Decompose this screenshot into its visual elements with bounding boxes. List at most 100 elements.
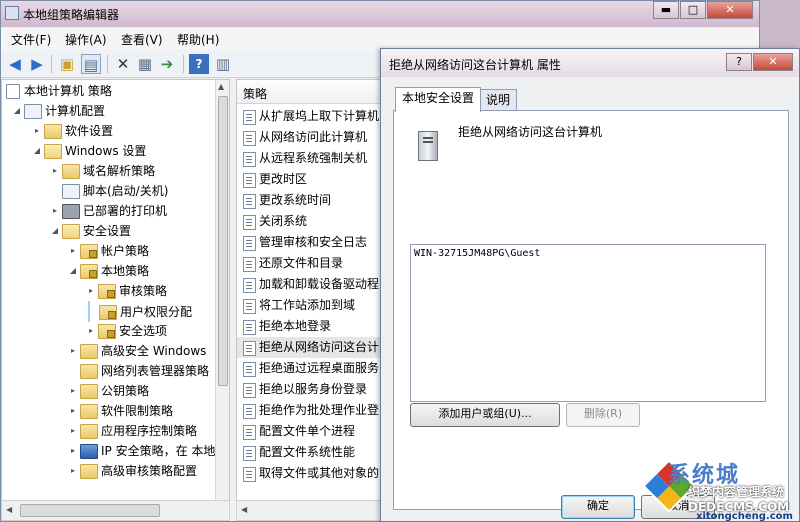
scroll-left-icon[interactable]: ◀ — [6, 505, 12, 514]
show-tree-icon[interactable]: ▤ — [81, 54, 101, 74]
tree-scroll-thumb[interactable] — [218, 96, 228, 386]
watermark: Bai 系统城 织梦内容管理系统 DEDECMS.COM xitongcheng.… — [610, 455, 800, 522]
policy-icon — [243, 236, 256, 251]
tree-scrollbar[interactable]: ▲ — [215, 80, 229, 500]
policy-icon — [243, 215, 256, 230]
expanded-arrow-icon[interactable]: ◢ — [68, 261, 78, 281]
policy-list-pane[interactable]: 策略 从扩展坞上取下计算机 从网络访问此计算机从远程系统强制关机更改时区更改系统时… — [236, 79, 384, 501]
list-item[interactable]: 关闭系统 — [237, 211, 383, 232]
collapsed-arrow-icon[interactable]: ▸ — [68, 241, 78, 261]
menu-view[interactable]: 查看(V) — [121, 31, 163, 48]
list-item[interactable]: 加载和卸载设备驱动程 — [237, 274, 383, 295]
collapsed-arrow-icon[interactable]: ▸ — [68, 381, 78, 401]
properties-icon[interactable]: ▦ — [135, 54, 155, 74]
help-icon[interactable]: ? — [189, 54, 209, 74]
minimize-button[interactable]: ▬ — [653, 1, 679, 19]
tree-item-label: 高级审核策略配置 — [101, 464, 198, 478]
policy-icon — [243, 404, 256, 419]
collapsed-arrow-icon[interactable]: ▸ — [50, 161, 60, 181]
tab-local-security-setting[interactable]: 本地安全设置 — [395, 87, 482, 112]
scroll-left-icon[interactable]: ◀ — [241, 505, 247, 514]
tree-item-label: 审核策略 — [119, 284, 168, 298]
list-item-selected[interactable]: 拒绝从网络访问这台计 — [237, 337, 383, 358]
collapsed-arrow-icon[interactable]: ▸ — [68, 401, 78, 421]
export-icon[interactable]: ➔ — [157, 54, 177, 74]
list-item[interactable]: 拒绝作为批处理作业登 — [237, 400, 383, 421]
expanded-arrow-icon[interactable]: ◢ — [12, 101, 22, 121]
collapsed-arrow-icon[interactable]: ▸ — [50, 201, 60, 221]
tree-pane[interactable]: 本地计算机 策略 ◢ 计算机配置 ▸ 软件设置 ◢ Windows 设置 ▸ 域名解析策略 脚本… — [1, 79, 230, 501]
user-list[interactable]: WIN-32715JM48PG\Guest — [410, 244, 766, 402]
tree-item-label: 公钥策略 — [101, 384, 150, 398]
tree-item-selected[interactable]: 用户权限分配 — [88, 301, 192, 322]
list-item-label: 拒绝本地登录 — [259, 319, 332, 333]
dialog-help-button[interactable]: ? — [726, 53, 752, 71]
list-item[interactable]: 拒绝通过远程桌面服务 — [237, 358, 383, 379]
window-title: 本地组策略编辑器 — [23, 8, 120, 22]
details-icon[interactable]: ▥ — [213, 54, 233, 74]
expanded-arrow-icon[interactable]: ◢ — [50, 221, 60, 241]
collapsed-arrow-icon[interactable]: ▸ — [86, 281, 96, 301]
list-item[interactable]: 取得文件或其他对象的 — [237, 463, 383, 484]
list-item[interactable]: 更改系统时间 — [237, 190, 383, 211]
policy-icon — [243, 152, 256, 167]
column-header-policy[interactable]: 策略 — [243, 85, 267, 102]
folder-icon — [80, 404, 98, 419]
list-item[interactable]: 配置文件系统性能 — [237, 442, 383, 463]
list-item[interactable]: 从扩展坞上取下计算机 — [237, 106, 383, 127]
add-user-or-group-button[interactable]: 添加用户或组(U)... — [410, 403, 560, 427]
list-item[interactable]: 从网络访问此计算机 — [237, 127, 383, 148]
tree-root-label: 本地计算机 策略 — [24, 84, 112, 98]
collapsed-arrow-icon[interactable]: ▸ — [68, 341, 78, 361]
tree-item-label: 安全设置 — [83, 224, 132, 238]
tree-item-label: 已部署的打印机 — [83, 204, 168, 218]
maximize-button[interactable]: □ — [680, 1, 706, 19]
dialog-title-bar[interactable]: 拒绝从网络访问这台计算机 属性 ? ✕ — [381, 49, 799, 77]
list-item[interactable]: WIN-32715JM48PG\Guest — [414, 248, 540, 259]
list-item-label: 从远程系统强制关机 — [259, 151, 368, 165]
menu-file[interactable]: 文件(F) — [11, 31, 51, 48]
title-bar[interactable]: 本地组策略编辑器 ▬ □ ✕ — [1, 1, 759, 27]
list-item-label: 将工作站添加到域 — [259, 298, 356, 312]
up-folder-icon[interactable]: ▣ — [57, 54, 77, 74]
scroll-up-icon[interactable]: ▲ — [218, 82, 224, 91]
list-header[interactable]: 策略 — [237, 80, 383, 104]
list-item-label: 加载和卸载设备驱动程 — [259, 277, 380, 291]
close-button[interactable]: ✕ — [707, 1, 753, 19]
list-item[interactable]: 配置文件单个进程 — [237, 421, 383, 442]
policy-icon — [243, 257, 256, 272]
folder-icon — [80, 424, 98, 439]
list-item[interactable]: 从远程系统强制关机 — [237, 148, 383, 169]
collapsed-arrow-icon[interactable]: ▸ — [32, 121, 42, 141]
list-hscrollbar[interactable]: ◀ — [236, 500, 384, 521]
back-icon[interactable]: ◀ — [5, 54, 25, 74]
list-item[interactable]: 还原文件和目录 — [237, 253, 383, 274]
list-item[interactable]: 将工作站添加到域 — [237, 295, 383, 316]
tab-explain[interactable]: 说明 — [479, 89, 518, 112]
tree-item-label: 帐户策略 — [101, 244, 150, 258]
tree-hscrollbar[interactable]: ◀ — [1, 500, 230, 521]
list-item-label: 拒绝以服务身份登录 — [259, 382, 368, 396]
list-item[interactable]: 更改时区 — [237, 169, 383, 190]
collapsed-arrow-icon[interactable]: ▸ — [68, 421, 78, 441]
expanded-arrow-icon[interactable]: ◢ — [32, 141, 42, 161]
forward-icon[interactable]: ▶ — [27, 54, 47, 74]
list-item[interactable]: 拒绝本地登录 — [237, 316, 383, 337]
collapsed-arrow-icon[interactable]: ▸ — [68, 461, 78, 481]
menu-help[interactable]: 帮助(H) — [177, 31, 219, 48]
list-item[interactable]: 管理审核和安全日志 — [237, 232, 383, 253]
tree-item-label: 脚本(启动/关机) — [83, 184, 169, 198]
secure-folder-icon — [80, 264, 98, 279]
collapsed-arrow-icon[interactable]: ▸ — [86, 321, 96, 341]
collapsed-arrow-icon[interactable]: ▸ — [68, 441, 78, 461]
list-item-label: 更改系统时间 — [259, 193, 332, 207]
delete-icon[interactable]: ✕ — [113, 54, 133, 74]
tree-hscroll-thumb[interactable] — [20, 504, 160, 517]
list-item-label: 配置文件系统性能 — [259, 445, 356, 459]
dialog-close-button[interactable]: ✕ — [753, 53, 793, 71]
policy-icon — [243, 362, 256, 377]
list-item[interactable]: 拒绝以服务身份登录 — [237, 379, 383, 400]
menu-action[interactable]: 操作(A) — [65, 31, 107, 48]
remove-button[interactable]: 删除(R) — [566, 403, 640, 427]
policy-icon — [243, 467, 256, 482]
